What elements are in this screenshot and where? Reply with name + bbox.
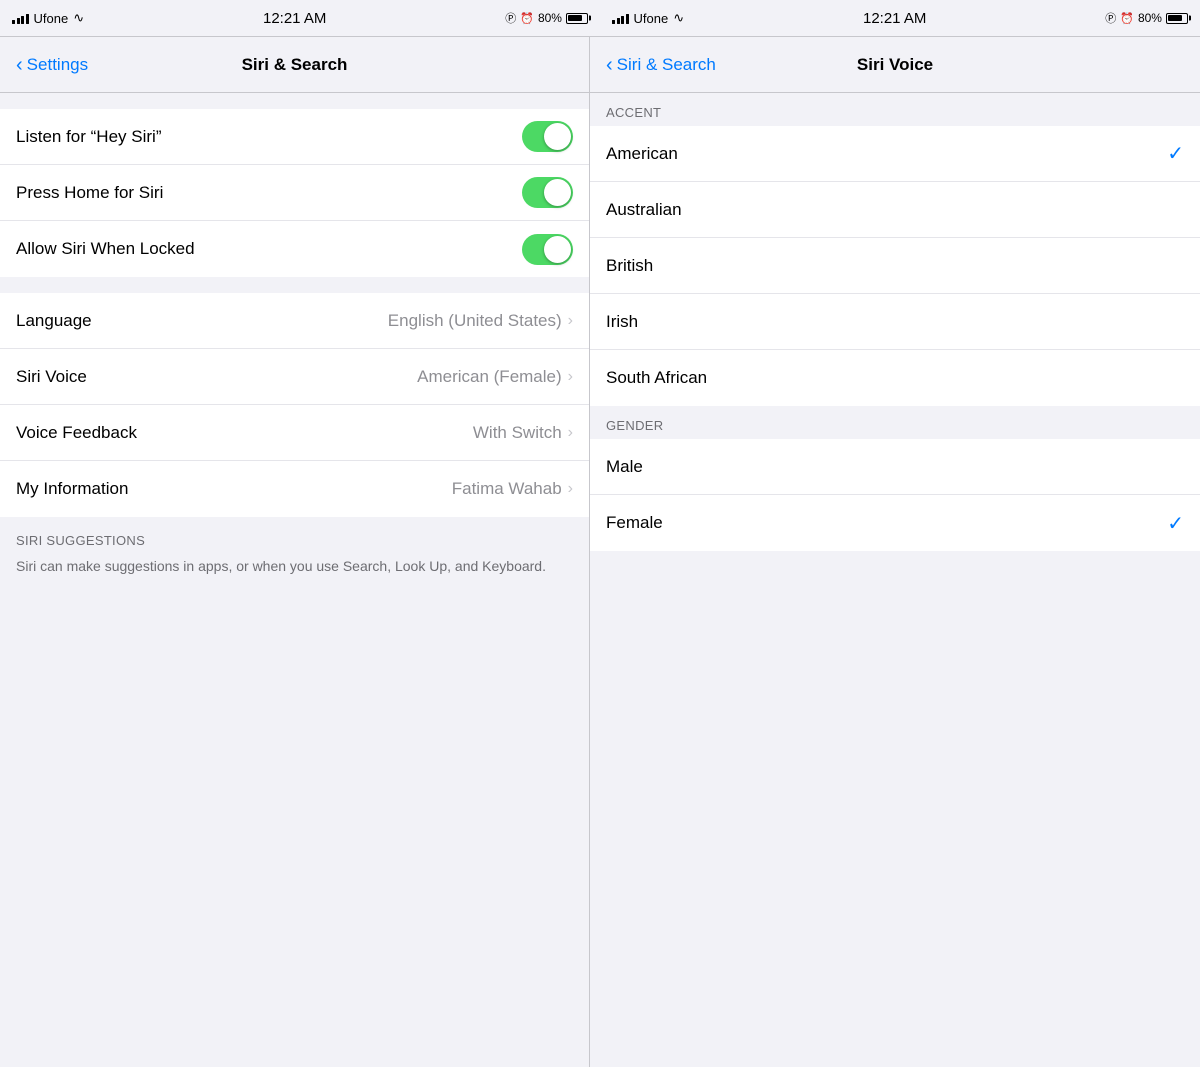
battery-pct-left: 80% (538, 11, 562, 25)
gender-male-label: Male (606, 457, 1184, 477)
status-right-group-left: Ⓟ ⏰ 80% (505, 10, 588, 26)
signal-bars-left (12, 12, 29, 24)
left-back-chevron-icon: ‹ (16, 55, 23, 75)
press-home-toggle[interactable] (522, 177, 573, 208)
voice-feedback-chevron-icon: › (568, 424, 573, 442)
siri-voice-label: Siri Voice (16, 367, 417, 387)
accent-australian-row[interactable]: Australian (590, 182, 1200, 238)
voice-feedback-value: With Switch (473, 423, 562, 443)
accent-irish-row[interactable]: Irish (590, 294, 1200, 350)
status-right-carrier-group: Ufone ∿ (612, 10, 684, 26)
left-settings-group-toggles: Listen for “Hey Siri” Press Home for Sir… (0, 109, 589, 277)
allow-locked-toggle-knob (544, 236, 571, 263)
right-bottom-spacer (590, 551, 1200, 1067)
language-chevron-icon: › (568, 312, 573, 330)
left-settings-group-nav: Language English (United States) › Siri … (0, 293, 589, 517)
status-bar-left: Ufone ∿ 12:21 AM Ⓟ ⏰ 80% (0, 0, 600, 36)
gender-female-row[interactable]: Female ✓ (590, 495, 1200, 551)
battery-icon-right (1166, 13, 1188, 24)
accent-south-african-label: South African (606, 368, 1184, 388)
siri-voice-value: American (Female) (417, 367, 562, 387)
left-top-spacer (0, 93, 589, 109)
hey-siri-label: Listen for “Hey Siri” (16, 127, 522, 147)
siri-suggestions-text: Siri can make suggestions in apps, or wh… (16, 556, 573, 577)
allow-locked-toggle[interactable] (522, 234, 573, 265)
hey-siri-toggle-knob (544, 123, 571, 150)
battery-icon-left (566, 13, 588, 24)
wifi-icon-left: ∿ (73, 10, 84, 26)
status-bar: Ufone ∿ 12:21 AM Ⓟ ⏰ 80% Ufone ∿ 12:21 A… (0, 0, 1200, 36)
accent-irish-label: Irish (606, 312, 1184, 332)
right-back-label: Siri & Search (617, 55, 716, 75)
voice-feedback-row[interactable]: Voice Feedback With Switch › (0, 405, 589, 461)
status-bar-right: Ufone ∿ 12:21 AM Ⓟ ⏰ 80% (600, 0, 1200, 36)
left-back-label: Settings (27, 55, 88, 75)
right-nav-title: Siri Voice (857, 55, 933, 75)
press-home-toggle-knob (544, 179, 571, 206)
right-back-chevron-icon: ‹ (606, 55, 613, 75)
accent-section-header: ACCENT (590, 93, 1200, 126)
voice-feedback-label: Voice Feedback (16, 423, 473, 443)
left-nav-back-button[interactable]: ‹ Settings (16, 55, 88, 75)
alarm-icon-left: ⏰ (520, 12, 534, 25)
carrier-name-right: Ufone (634, 11, 669, 26)
wifi-icon-right: ∿ (673, 10, 684, 26)
accent-american-label: American (606, 144, 1167, 164)
siri-voice-chevron-icon: › (568, 368, 573, 386)
gender-female-label: Female (606, 513, 1167, 533)
left-nav-bar: ‹ Settings Siri & Search (0, 37, 589, 93)
hey-siri-row: Listen for “Hey Siri” (0, 109, 589, 165)
carrier-name-left: Ufone (34, 11, 69, 26)
hey-siri-toggle[interactable] (522, 121, 573, 152)
accent-british-label: British (606, 256, 1184, 276)
right-nav-back-button[interactable]: ‹ Siri & Search (606, 55, 716, 75)
gender-female-checkmark-icon: ✓ (1167, 511, 1184, 536)
accent-american-row[interactable]: American ✓ (590, 126, 1200, 182)
time-left: 12:21 AM (263, 10, 326, 27)
gender-male-row[interactable]: Male (590, 439, 1200, 495)
left-separator-1 (0, 277, 589, 293)
accent-american-checkmark-icon: ✓ (1167, 141, 1184, 166)
language-row[interactable]: Language English (United States) › (0, 293, 589, 349)
battery-pct-right: 80% (1138, 11, 1162, 25)
status-right-group-right: Ⓟ ⏰ 80% (1105, 10, 1188, 26)
allow-locked-row: Allow Siri When Locked (0, 221, 589, 277)
screen-icon-left: Ⓟ (505, 10, 516, 26)
accent-south-african-row[interactable]: South African (590, 350, 1200, 406)
siri-suggestions-title: SIRI SUGGESTIONS (16, 533, 573, 548)
my-info-label: My Information (16, 479, 452, 499)
time-right: 12:21 AM (863, 10, 926, 27)
accent-australian-label: Australian (606, 200, 1184, 220)
gender-section-header: GENDER (590, 406, 1200, 439)
left-nav-title: Siri & Search (242, 55, 348, 75)
accent-list: American ✓ Australian British Irish Sout… (590, 126, 1200, 406)
signal-bars-right (612, 12, 629, 24)
status-left-carrier-group: Ufone ∿ (12, 10, 84, 26)
screen-icon-right: Ⓟ (1105, 10, 1116, 26)
alarm-icon-right: ⏰ (1120, 12, 1134, 25)
siri-suggestions-section: SIRI SUGGESTIONS Siri can make suggestio… (0, 517, 589, 1067)
press-home-label: Press Home for Siri (16, 183, 522, 203)
my-info-row[interactable]: My Information Fatima Wahab › (0, 461, 589, 517)
right-panel: ‹ Siri & Search Siri Voice ACCENT Americ… (590, 37, 1200, 1067)
left-panel: ‹ Settings Siri & Search Listen for “Hey… (0, 37, 590, 1067)
gender-list: Male Female ✓ (590, 439, 1200, 551)
allow-locked-label: Allow Siri When Locked (16, 239, 522, 259)
accent-british-row[interactable]: British (590, 238, 1200, 294)
siri-voice-row[interactable]: Siri Voice American (Female) › (0, 349, 589, 405)
panels-container: ‹ Settings Siri & Search Listen for “Hey… (0, 36, 1200, 1067)
press-home-row: Press Home for Siri (0, 165, 589, 221)
my-info-value: Fatima Wahab (452, 479, 562, 499)
language-value: English (United States) (388, 311, 562, 331)
right-nav-bar: ‹ Siri & Search Siri Voice (590, 37, 1200, 93)
my-info-chevron-icon: › (568, 480, 573, 498)
language-label: Language (16, 311, 388, 331)
